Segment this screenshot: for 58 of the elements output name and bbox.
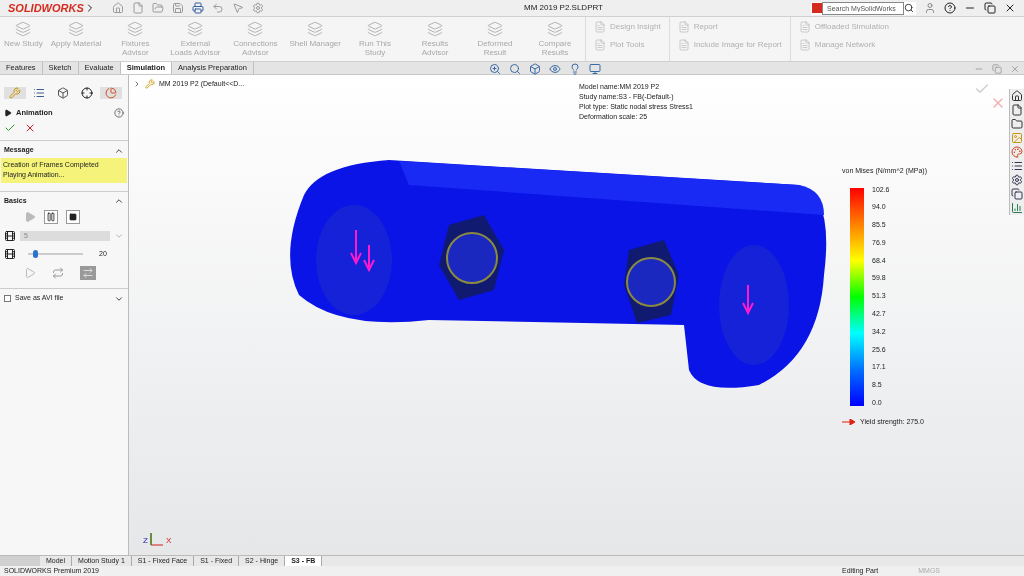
pointer-icon[interactable] [232, 2, 244, 14]
lightbulb-icon[interactable] [569, 63, 581, 75]
slider-thumb[interactable] [33, 250, 38, 259]
tool-icon [247, 21, 264, 37]
printer-icon[interactable] [192, 2, 204, 14]
tool-icon [798, 39, 811, 51]
tool-icon [307, 21, 324, 37]
monitor-icon[interactable] [589, 63, 601, 75]
axis-label: X [165, 535, 172, 547]
tool-icon [127, 21, 144, 37]
user-icon[interactable] [924, 2, 936, 14]
axis-triad-icon [148, 531, 165, 547]
expand-icon[interactable] [133, 80, 141, 89]
window-title: MM 2019 P2.SLDPRT [524, 2, 603, 14]
image-icon[interactable] [1011, 132, 1023, 144]
undo-icon[interactable] [212, 2, 224, 14]
tool-icon [798, 21, 811, 33]
folder-icon[interactable] [1011, 118, 1023, 130]
search-icon[interactable] [904, 3, 914, 13]
pause-button[interactable] [44, 210, 58, 225]
eye-icon[interactable] [549, 63, 561, 75]
tool-icon [68, 21, 85, 37]
stop-button[interactable] [66, 210, 80, 225]
help-icon[interactable] [944, 2, 956, 14]
tool-icon [677, 39, 690, 51]
tool-icon [187, 21, 204, 37]
checkbox[interactable] [4, 295, 11, 302]
list-icon[interactable] [1011, 160, 1023, 172]
tool-icon [546, 21, 563, 37]
app-logo: SOLIDWORKS [7, 0, 84, 16]
close-icon[interactable] [1004, 2, 1016, 14]
save-icon[interactable] [172, 2, 184, 14]
axis-label: Z [143, 535, 148, 547]
speed-slider[interactable] [28, 250, 83, 259]
document-icon[interactable] [1011, 104, 1023, 116]
view-cube-icon[interactable] [529, 63, 541, 75]
play-icon [4, 108, 12, 117]
tool-icon [426, 21, 443, 37]
restore-icon[interactable] [984, 2, 996, 14]
windows-icon[interactable] [1011, 188, 1023, 200]
tool-icon [486, 21, 503, 37]
reciprocate-button[interactable] [80, 266, 96, 281]
chart-icon[interactable] [1011, 202, 1023, 214]
tool-icon [15, 21, 32, 37]
tool-icon [593, 21, 606, 33]
loop-button[interactable] [52, 267, 64, 280]
zoom-icon[interactable] [489, 63, 501, 75]
tool-icon [366, 21, 383, 37]
frames-icon [4, 230, 16, 243]
arrow-icon [842, 418, 856, 425]
zoom-area-icon[interactable] [509, 63, 521, 75]
home-icon[interactable] [1011, 90, 1023, 102]
tool-icon [593, 39, 606, 51]
gear-icon[interactable] [1011, 174, 1023, 186]
collapse-icon[interactable] [114, 196, 124, 206]
speed-icon [4, 248, 16, 261]
tool-icon [677, 21, 690, 33]
search-logo-icon [812, 3, 822, 13]
